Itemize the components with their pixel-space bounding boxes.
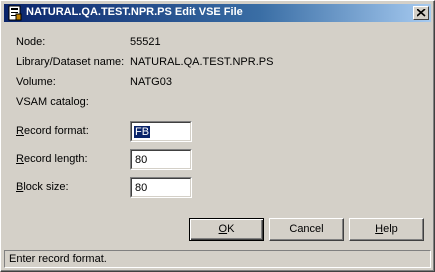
title-bar[interactable]: NATURAL.QA.TEST.NPR.PS Edit VSE File (4, 4, 431, 22)
node-value: 55521 (130, 36, 161, 48)
record-format-label: Record format: (16, 125, 89, 137)
edit-vse-file-dialog: NATURAL.QA.TEST.NPR.PS Edit VSE File Nod… (0, 0, 435, 272)
status-text: Enter record format. (9, 253, 107, 265)
record-format-input[interactable]: FB (130, 121, 192, 142)
dataset-label: Library/Dataset name: (16, 56, 125, 68)
vsam-catalog-label: VSAM catalog: (16, 96, 89, 108)
app-icon[interactable] (7, 5, 23, 21)
window-title: NATURAL.QA.TEST.NPR.PS Edit VSE File (26, 6, 243, 18)
record-length-input[interactable]: 80 (130, 149, 192, 170)
dataset-value: NATURAL.QA.TEST.NPR.PS (130, 56, 274, 68)
block-size-label: Block size: (16, 181, 69, 193)
close-icon (417, 9, 426, 17)
status-bar: Enter record format. (4, 250, 431, 268)
record-length-value: 80 (135, 154, 148, 166)
ok-button[interactable]: OK (189, 218, 264, 241)
close-button[interactable] (413, 6, 429, 20)
block-size-input[interactable]: 80 (130, 177, 192, 198)
cancel-button[interactable]: Cancel (269, 218, 344, 241)
volume-label: Volume: (16, 76, 56, 88)
record-format-value: FB (134, 126, 151, 138)
node-label: Node: (16, 36, 46, 48)
block-size-value: 80 (135, 182, 148, 194)
volume-value: NATG03 (130, 76, 172, 88)
record-length-label: Record length: (16, 153, 88, 165)
help-button[interactable]: Help (349, 218, 424, 241)
